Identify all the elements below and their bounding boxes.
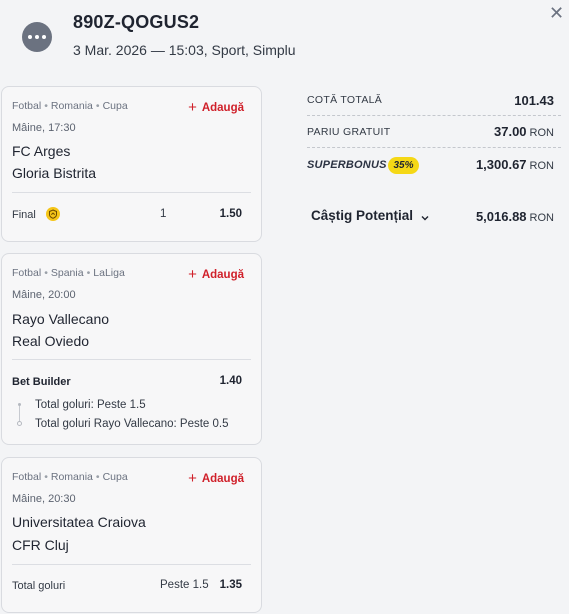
odd-value: 1.40 xyxy=(219,375,242,387)
more-dots-icon[interactable] xyxy=(22,22,52,52)
potential-win-amount: 5,016.88 RON xyxy=(476,209,554,224)
breadcrumb-country: Romania xyxy=(50,471,93,483)
leg-dot xyxy=(18,403,21,406)
selection: Peste 1.5 xyxy=(160,579,209,591)
divider xyxy=(307,147,561,148)
superbonus-label: SUPERBONUS xyxy=(307,159,387,171)
add-label: Adaugă xyxy=(201,269,244,281)
event-breadcrumb: Fotbal • Romania • Cupa xyxy=(12,100,128,112)
breadcrumb-league: LaLiga xyxy=(93,267,125,279)
divider xyxy=(12,564,251,565)
superbonus-percent-badge: 35% xyxy=(388,157,419,174)
plus-icon: + xyxy=(188,266,197,283)
potential-win-label: Câștig Potențial xyxy=(311,208,414,223)
odd-value: 1.50 xyxy=(219,208,242,220)
leg-dot xyxy=(17,421,22,426)
divider xyxy=(12,192,251,193)
event-card: Fotbal • Romania • Cupa + Adaugă Mâine, 20:30… xyxy=(1,457,262,613)
bet-builder-leg: Total goluri Rayo Vallecano: Peste 0.5 xyxy=(35,418,229,430)
currency-label: RON xyxy=(529,127,554,139)
team-home: Rayo Vallecano xyxy=(12,311,110,327)
superbonus-amount: 1,300.67 RON xyxy=(476,157,554,172)
bet-builder-leg: Total goluri: Peste 1.5 xyxy=(35,399,146,411)
potential-win-value: 5,016.88 xyxy=(475,209,527,224)
market-name: Total goluri xyxy=(12,580,66,592)
breadcrumb-country: Spania xyxy=(50,267,84,279)
event-time: Mâine, 17:30 xyxy=(12,122,76,134)
ticket-header: 890Z-QOGUS2 3 Mar. 2026 — 15:03, Sport, … xyxy=(0,0,569,80)
breadcrumb-sport: Fotbal xyxy=(12,100,42,112)
currency-label: RON xyxy=(529,212,554,224)
team-away: Real Oviedo xyxy=(12,333,90,349)
add-button[interactable]: + Adaugă xyxy=(188,98,244,116)
close-icon[interactable]: ✕ xyxy=(549,4,564,22)
breadcrumb-country: Romania xyxy=(50,100,93,112)
team-home: FC Arges xyxy=(12,143,71,159)
event-breadcrumb: Fotbal • Spania • LaLiga xyxy=(12,267,125,279)
ticket-meta: 3 Mar. 2026 — 15:03, Sport, Simplu xyxy=(73,42,296,58)
team-away: CFR Cluj xyxy=(12,537,69,553)
event-card: Fotbal • Spania • LaLiga + Adaugă Mâine, 20:0… xyxy=(1,253,262,445)
event-breadcrumb: Fotbal • Romania • Cupa xyxy=(12,471,128,483)
total-odds-value: 101.43 xyxy=(514,93,554,108)
breadcrumb-sport: Fotbal xyxy=(12,267,42,279)
breadcrumb-league: Cupa xyxy=(102,471,128,483)
plus-icon: + xyxy=(188,470,197,487)
divider xyxy=(307,115,561,116)
breadcrumb-sport: Fotbal xyxy=(12,471,42,483)
selection: 1 xyxy=(160,208,167,220)
team-home: Universitatea Craiova xyxy=(12,514,146,530)
free-bet-label: PARIU GRATUIT xyxy=(307,126,391,138)
superbonus-value: 1,300.67 xyxy=(475,157,527,172)
breadcrumb-league: Cupa xyxy=(102,100,128,112)
add-button[interactable]: + Adaugă xyxy=(188,469,244,487)
market-name: Final xyxy=(12,209,36,221)
add-label: Adaugă xyxy=(201,102,244,114)
free-bet-amount: 37.00 RON xyxy=(494,124,554,139)
divider xyxy=(12,359,251,360)
plus-icon: + xyxy=(188,99,197,116)
team-away: Gloria Bistrita xyxy=(12,165,97,181)
chevron-down-icon[interactable] xyxy=(419,212,431,224)
shield-chevron-badge-icon xyxy=(46,207,60,221)
event-card: Fotbal • Romania • Cupa + Adaugă Mâine, 17:30… xyxy=(1,86,262,242)
event-time: Mâine, 20:00 xyxy=(12,289,76,301)
event-time: Mâine, 20:30 xyxy=(12,493,76,505)
ticket-code: 890Z-QOGUS2 xyxy=(73,12,200,32)
currency-label: RON xyxy=(529,160,554,172)
add-label: Adaugă xyxy=(201,473,244,485)
market-name: Bet Builder xyxy=(12,376,71,388)
total-odds-label: COTĂ TOTALĂ xyxy=(307,94,383,106)
free-bet-value: 37.00 xyxy=(494,124,527,139)
add-button[interactable]: + Adaugă xyxy=(188,265,244,283)
odd-value: 1.35 xyxy=(219,579,242,591)
